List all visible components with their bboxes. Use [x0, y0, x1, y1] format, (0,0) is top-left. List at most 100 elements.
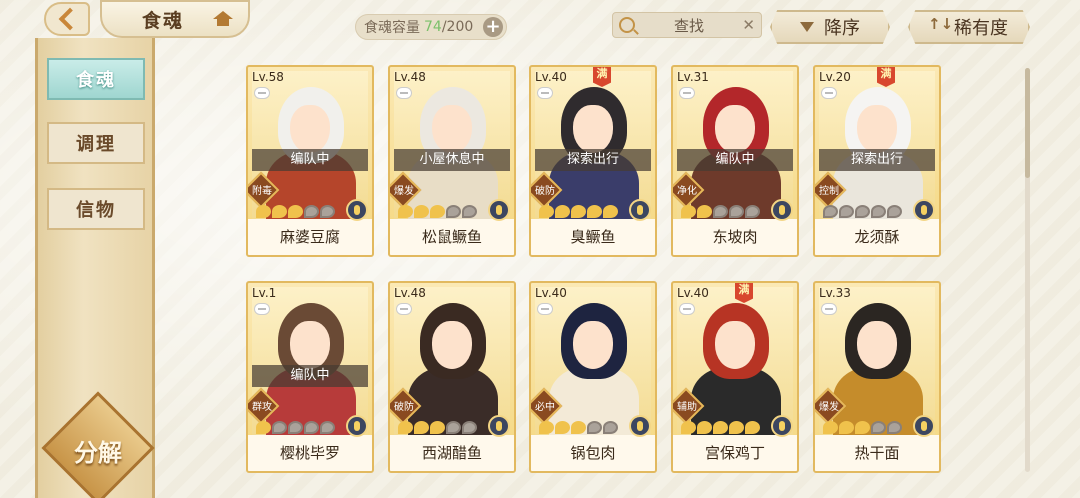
level-label: Lv.40 — [535, 286, 567, 300]
sidebar-item-label: 食魂 — [76, 70, 116, 91]
scrollbar[interactable] — [1025, 68, 1030, 472]
character-face — [573, 321, 613, 369]
star-rating — [256, 421, 335, 434]
role-label: 附毒 — [252, 186, 272, 197]
lock-icon[interactable] — [537, 87, 553, 99]
lock-icon[interactable] — [396, 303, 412, 315]
max-badge-icon: 满 — [735, 283, 753, 303]
food-soul-card[interactable]: Lv.40 必中 锅包肉 — [529, 281, 657, 473]
character-face — [857, 321, 897, 369]
star-icon — [272, 421, 287, 434]
food-soul-card[interactable]: Lv.58 编队中 附毒 麻婆豆腐 — [246, 65, 374, 257]
role-label: 控制 — [819, 186, 839, 197]
role-label: 辅助 — [677, 402, 697, 413]
food-soul-card[interactable]: Lv.48 破防 西湖醋鱼 — [388, 281, 516, 473]
lock-icon[interactable] — [537, 303, 553, 315]
sidebar-item-cooking[interactable]: 调理 — [47, 122, 145, 164]
element-icon — [346, 415, 368, 437]
role-label: 必中 — [535, 402, 555, 413]
sidebar-item-tokens[interactable]: 信物 — [47, 188, 145, 230]
lock-icon[interactable] — [396, 87, 412, 99]
star-icon — [446, 205, 461, 218]
character-face — [857, 105, 897, 153]
lock-icon[interactable] — [821, 303, 837, 315]
star-icon — [887, 421, 902, 434]
star-icon — [681, 421, 696, 434]
star-rating — [823, 421, 902, 434]
food-soul-card[interactable]: Lv.40 满辅助宫保鸡丁 — [671, 281, 799, 473]
character-face — [290, 321, 330, 369]
star-rating — [539, 205, 618, 218]
scroll-thumb[interactable] — [1025, 68, 1030, 178]
star-icon — [823, 421, 838, 434]
expand-capacity-button[interactable]: + — [483, 17, 503, 37]
food-soul-card[interactable]: Lv.48 小屋休息中 爆发 松鼠鳜鱼 — [388, 65, 516, 257]
star-icon — [729, 421, 744, 434]
level-label: Lv.40 — [677, 286, 709, 300]
star-icon — [745, 205, 760, 218]
star-icon — [320, 421, 335, 434]
sidebar-item-label: 调理 — [76, 134, 116, 155]
clear-search-icon[interactable]: ✕ — [742, 16, 755, 34]
sidebar-item-label: 信物 — [76, 200, 116, 221]
star-icon — [256, 205, 271, 218]
element-icon — [913, 415, 935, 437]
star-icon — [256, 421, 271, 434]
lock-icon[interactable] — [679, 303, 695, 315]
star-icon — [462, 421, 477, 434]
star-icon — [697, 205, 712, 218]
character-face — [290, 105, 330, 153]
star-icon — [713, 205, 728, 218]
level-label: Lv.33 — [819, 286, 851, 300]
card-name: 宫保鸡丁 — [673, 435, 797, 471]
star-icon — [414, 205, 429, 218]
food-soul-card[interactable]: Lv.31 编队中 净化 东坡肉 — [671, 65, 799, 257]
search-placeholder: 查找 — [673, 16, 704, 35]
sort-arrows-icon — [928, 15, 953, 35]
lock-icon[interactable] — [821, 87, 837, 99]
star-icon — [320, 205, 335, 218]
star-icon — [681, 205, 696, 218]
sidebar-item-food-soul[interactable]: 食魂 — [47, 58, 145, 100]
level-label: Lv.48 — [394, 70, 426, 84]
search-box[interactable]: 查找 ✕ — [612, 12, 762, 38]
lock-icon[interactable] — [254, 303, 270, 315]
home-icon[interactable] — [212, 11, 234, 27]
food-soul-card[interactable]: Lv.1 编队中 群攻 樱桃毕罗 — [246, 281, 374, 473]
star-icon — [855, 421, 870, 434]
lock-icon[interactable] — [679, 87, 695, 99]
element-icon — [346, 199, 368, 221]
star-icon — [272, 205, 287, 218]
star-icon — [462, 205, 477, 218]
back-arrow-icon — [58, 7, 82, 31]
star-icon — [539, 205, 554, 218]
food-soul-card[interactable]: Lv.33 爆发 热干面 — [813, 281, 941, 473]
star-icon — [587, 205, 602, 218]
sort-rarity-button[interactable]: 稀有度 — [908, 10, 1030, 44]
sort-order-button[interactable]: 降序 — [770, 10, 890, 44]
role-label: 净化 — [677, 186, 697, 197]
level-label: Lv.20 — [819, 70, 851, 84]
star-rating — [398, 421, 477, 434]
status-banner: 编队中 — [677, 149, 793, 171]
food-soul-card[interactable]: Lv.20 满探索出行 控制 龙须酥 — [813, 65, 941, 257]
card-name: 东坡肉 — [673, 219, 797, 255]
star-icon — [587, 421, 602, 434]
status-banner: 小屋休息中 — [394, 149, 510, 171]
food-soul-card[interactable]: Lv.40 满探索出行 破防 臭鳜鱼 — [529, 65, 657, 257]
lock-icon[interactable] — [254, 87, 270, 99]
element-icon — [629, 199, 651, 221]
role-label: 群攻 — [252, 402, 272, 413]
star-icon — [745, 421, 760, 434]
star-icon — [288, 205, 303, 218]
star-icon — [839, 205, 854, 218]
star-icon — [398, 421, 413, 434]
role-label: 爆发 — [394, 186, 414, 197]
search-icon — [619, 17, 635, 33]
max-badge-icon: 满 — [877, 67, 895, 87]
star-icon — [446, 421, 461, 434]
star-icon — [871, 205, 886, 218]
back-button[interactable] — [44, 2, 90, 36]
star-icon — [871, 421, 886, 434]
star-icon — [539, 421, 554, 434]
